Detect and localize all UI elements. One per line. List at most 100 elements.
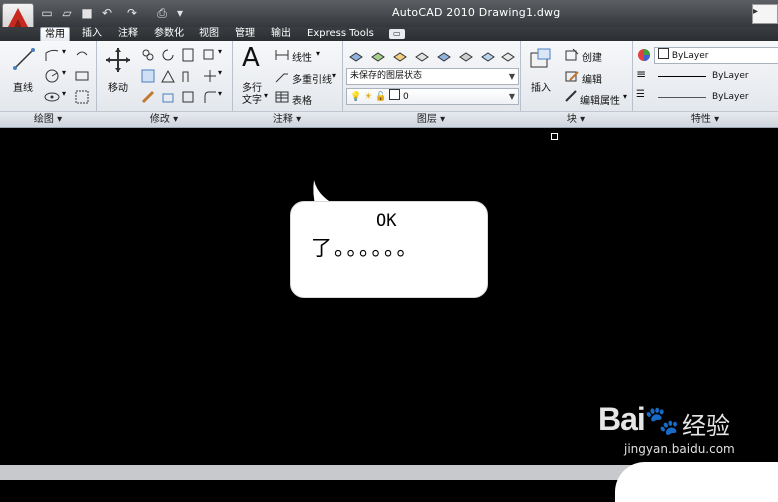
move-label[interactable]: 移动	[108, 79, 128, 94]
layer-merge-icon[interactable]	[500, 47, 516, 63]
layer-isolate-icon[interactable]	[392, 47, 408, 63]
layer-dropdown[interactable]: 💡 ☀ 🔓 0 ▼	[346, 88, 519, 105]
dropdown-icon[interactable]: ▾	[173, 6, 187, 20]
mtext-dropdown-icon[interactable]: ▾	[264, 91, 268, 100]
mirror-icon[interactable]	[160, 68, 176, 84]
new-icon[interactable]: ▭	[40, 6, 54, 20]
tab-insert[interactable]: 插入	[78, 27, 106, 41]
tab-express-tools[interactable]: Express Tools	[303, 27, 378, 41]
panel-modify-title[interactable]: 修改 ▾	[96, 111, 232, 127]
tab-annotate[interactable]: 注释	[114, 27, 142, 41]
linear-dropdown-icon[interactable]: ▾	[316, 49, 320, 58]
move-icon[interactable]	[105, 47, 131, 73]
ellipse-icon[interactable]	[44, 89, 60, 105]
linetype-icon[interactable]: ≡	[636, 68, 646, 80]
panel-draw: 直线 ▾ ▾ ▾ 绘图 ▾	[0, 41, 97, 127]
table-label[interactable]: 表格	[292, 92, 312, 107]
array-icon[interactable]	[202, 47, 218, 63]
line-label[interactable]: 直线	[13, 79, 33, 94]
color-swatch	[658, 48, 669, 59]
polyline-dropdown-icon[interactable]: ▾	[62, 47, 66, 56]
redo-icon[interactable]: ↷	[125, 6, 139, 20]
panel-draw-title[interactable]: 绘图 ▾	[0, 111, 96, 127]
edit-block-icon[interactable]	[564, 68, 580, 84]
save-icon[interactable]: ■	[80, 6, 94, 20]
layer-unisolate-icon[interactable]	[414, 47, 430, 63]
edit-label[interactable]: 编辑	[582, 71, 602, 86]
lineweight-sample-line	[658, 97, 706, 98]
print-icon[interactable]: ⎙	[155, 6, 169, 20]
circle-dropdown-icon[interactable]: ▾	[62, 68, 66, 77]
panel-annotation-title-text: 注释	[272, 114, 293, 125]
tab-manage[interactable]: 管理	[231, 27, 259, 41]
insert-label[interactable]: 插入	[531, 79, 551, 94]
trim-icon[interactable]	[180, 47, 196, 63]
scale-icon[interactable]	[180, 89, 196, 105]
ribbon-minimize-icon[interactable]: ▭	[389, 29, 405, 39]
panel-annotation-title[interactable]: 注释 ▾	[232, 111, 342, 127]
watermark-url: jingyan.baidu.com	[624, 442, 735, 456]
color-wheel-icon[interactable]	[636, 47, 652, 63]
grip-handle[interactable]	[551, 133, 558, 140]
ribbon-tab-bar: 常用 插入 注释 参数化 视图 管理 输出 Express Tools ▭	[0, 27, 778, 42]
bubble-ok-text: OK	[376, 211, 397, 231]
edit-attribute-dropdown-icon[interactable]: ▾	[623, 92, 627, 101]
chamfer-icon[interactable]	[202, 89, 218, 105]
ellipse-dropdown-icon[interactable]: ▾	[62, 89, 66, 98]
edit-attribute-label[interactable]: 编辑属性	[580, 92, 620, 107]
lineweight-icon[interactable]: ☰	[636, 89, 645, 100]
edit-attribute-icon[interactable]	[564, 89, 580, 105]
multiline-text-icon[interactable]: A	[242, 43, 260, 73]
linear-dimension-icon[interactable]	[274, 47, 290, 63]
circle-icon[interactable]	[44, 68, 60, 84]
panel-layers-title[interactable]: 图层 ▾	[342, 111, 520, 127]
open-icon[interactable]: ▱	[60, 6, 74, 20]
mtext-label-2[interactable]: 文字	[242, 91, 262, 106]
infocenter-search-input[interactable]: ▸	[752, 4, 778, 24]
layer-state-dropdown[interactable]: 未保存的图层状态 ▼	[346, 68, 519, 85]
layer-state-icon[interactable]	[370, 47, 386, 63]
insert-block-icon[interactable]	[528, 47, 554, 73]
table-icon[interactable]	[274, 89, 290, 105]
multileader-icon[interactable]	[274, 68, 290, 84]
offset-icon[interactable]	[160, 89, 176, 105]
panel-properties-title[interactable]: 特性 ▾	[632, 111, 778, 127]
rotate-icon[interactable]	[160, 47, 176, 63]
layer-properties-icon[interactable]	[348, 47, 364, 63]
layer-match-icon[interactable]	[436, 47, 452, 63]
tab-output[interactable]: 输出	[267, 27, 295, 41]
chamfer-dropdown-icon[interactable]: ▾	[218, 89, 222, 98]
create-label[interactable]: 创建	[582, 49, 602, 64]
hatch-icon[interactable]	[74, 89, 90, 105]
linetype-dropdown[interactable]: ByLayer	[654, 68, 778, 85]
array-dropdown-icon[interactable]: ▾	[218, 47, 222, 56]
rectangle-icon[interactable]	[74, 68, 90, 84]
explode-icon[interactable]	[202, 68, 218, 84]
polyline-icon[interactable]	[44, 47, 60, 63]
speech-bubble: OK 了。。。。。。	[290, 201, 488, 298]
tab-view[interactable]: 视图	[195, 27, 223, 41]
create-block-icon[interactable]	[564, 47, 580, 63]
line-icon[interactable]	[12, 47, 36, 71]
layer-previous-icon[interactable]	[458, 47, 474, 63]
arc-undo-icon[interactable]	[74, 47, 90, 63]
copy-icon[interactable]	[140, 47, 156, 63]
erase-icon[interactable]	[140, 89, 156, 105]
layer-state-value: 未保存的图层状态	[350, 71, 423, 81]
stretch-icon[interactable]	[140, 68, 156, 84]
layer-walk-icon[interactable]	[480, 47, 496, 63]
fillet-icon[interactable]	[180, 68, 196, 84]
multileader-label[interactable]: 多重引线	[292, 71, 332, 86]
panel-block: 插入 创建 编辑 编辑属性 ▾ 块 ▾	[520, 41, 633, 127]
panel-block-title[interactable]: 块 ▾	[520, 111, 632, 127]
tab-home[interactable]: 常用	[40, 27, 70, 42]
linear-label[interactable]: 线性	[292, 49, 312, 64]
undo-icon[interactable]: ↶	[100, 6, 114, 20]
explode-dropdown-icon[interactable]: ▾	[218, 68, 222, 77]
tab-parametric[interactable]: 参数化	[150, 27, 188, 41]
multileader-dropdown-icon[interactable]: ▾	[332, 71, 336, 80]
baidu-watermark-logo: Bai🐾	[598, 401, 680, 438]
linetype-value: ByLayer	[712, 71, 749, 81]
color-dropdown[interactable]: ByLayer	[654, 47, 778, 64]
lineweight-dropdown[interactable]: ByLayer	[654, 89, 778, 106]
